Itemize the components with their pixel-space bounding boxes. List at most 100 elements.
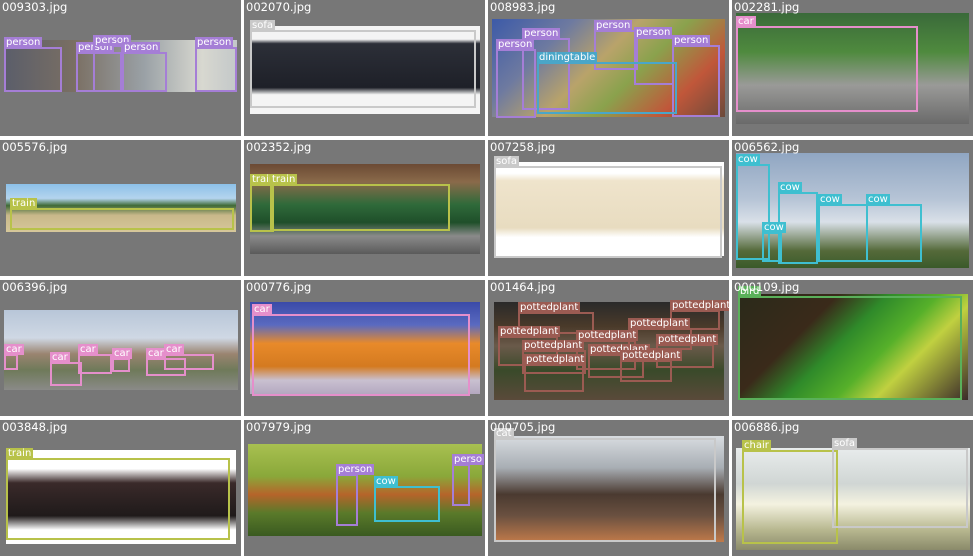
box-label: pottedplant (498, 326, 561, 337)
box-label: pottedplant (576, 330, 639, 341)
box-label: person (672, 35, 711, 46)
bounding-box (672, 45, 720, 117)
bounding-box (195, 47, 237, 92)
box-label: perso (452, 454, 484, 465)
box-label: person (522, 28, 561, 39)
bounding-box (270, 184, 450, 231)
image-filename: 001464.jpg (490, 280, 556, 294)
box-label: person (634, 27, 673, 38)
grid-cell[interactable]: 002281.jpg car (732, 0, 973, 136)
box-label: sofa (250, 20, 275, 31)
box-label: train (6, 448, 34, 459)
bounding-box (252, 314, 470, 396)
box-label: person (4, 37, 43, 48)
image-filename: 002070.jpg (246, 0, 312, 14)
box-label: cow (818, 194, 842, 205)
image-thumbnail (248, 444, 482, 536)
box-label: car (252, 304, 272, 315)
bounding-box (742, 450, 838, 544)
box-label: person (122, 42, 161, 53)
bounding-box (452, 464, 470, 506)
grid-cell[interactable]: 000705.jpg cat (488, 420, 729, 556)
image-filename: 005576.jpg (2, 140, 68, 154)
box-label: pottedplant (620, 350, 683, 361)
box-label: cow (374, 476, 398, 487)
box-label: car (146, 348, 166, 359)
image-filename: 006562.jpg (734, 140, 800, 154)
bounding-box (832, 448, 968, 528)
grid-cell[interactable]: 000776.jpg car (244, 280, 485, 416)
bounding-box (374, 486, 440, 522)
image-filename: 000109.jpg (734, 280, 800, 294)
image-grid: 009303.jpg person person person person person… (0, 0, 974, 558)
box-label: cow (762, 222, 786, 233)
grid-cell[interactable]: 006562.jpg cow cow cow cow cow (732, 140, 973, 276)
grid-cell[interactable]: 000109.jpg bird (732, 280, 973, 416)
grid-cell[interactable]: 009303.jpg person person person person person (0, 0, 241, 136)
image-filename: 006886.jpg (734, 420, 800, 434)
box-label: pottedplant (656, 334, 719, 345)
grid-cell[interactable]: 002070.jpg sofa (244, 0, 485, 136)
grid-cell[interactable]: 001464.jpg pottedplant pottedplant pottedpl… (488, 280, 729, 416)
box-label: pottedplant (524, 354, 587, 365)
box-label: pottedplant (522, 340, 585, 351)
box-label: pottedplant (670, 300, 729, 311)
image-filename: 007258.jpg (490, 140, 556, 154)
grid-cell[interactable]: 003848.jpg train (0, 420, 241, 556)
box-label: train (270, 174, 298, 185)
box-label: cow (778, 182, 802, 193)
bounding-box (164, 354, 214, 370)
box-label: cow (736, 154, 760, 165)
box-label: pottedplant (628, 318, 691, 329)
box-label: person (336, 464, 375, 475)
box-label: person (195, 37, 234, 48)
image-filename: 009303.jpg (2, 0, 68, 14)
box-label: sofa (832, 438, 857, 449)
grid-cell[interactable]: 007979.jpg person cow perso (244, 420, 485, 556)
bounding-box (524, 364, 584, 392)
bounding-box (494, 166, 722, 258)
image-filename: 002352.jpg (246, 140, 312, 154)
box-label: car (164, 344, 184, 355)
box-label: train (10, 198, 38, 209)
bounding-box (738, 296, 962, 400)
box-label: chair (742, 440, 771, 451)
image-filename: 000776.jpg (246, 280, 312, 294)
bounding-box (6, 458, 230, 540)
image-filename: 002281.jpg (734, 0, 800, 14)
box-label: car (50, 352, 70, 363)
grid-cell[interactable]: 008983.jpg person person person person person… (488, 0, 729, 136)
grid-cell[interactable]: 006886.jpg chair sofa (732, 420, 973, 556)
box-label: person (496, 39, 535, 50)
grid-cell[interactable]: 007258.jpg sofa (488, 140, 729, 276)
bounding-box (336, 474, 358, 526)
bounding-box (736, 26, 918, 112)
box-label: diningtable (537, 52, 598, 63)
image-filename: 007979.jpg (246, 420, 312, 434)
bounding-box (112, 358, 130, 372)
grid-cell[interactable]: 002352.jpg train train (244, 140, 485, 276)
bounding-box (122, 52, 167, 92)
box-label: pottedplant (518, 302, 581, 313)
box-label: sofa (494, 156, 519, 167)
bounding-box (494, 438, 716, 542)
image-filename: 003848.jpg (2, 420, 68, 434)
bounding-box (250, 30, 476, 108)
box-label: car (112, 348, 132, 359)
bounding-box (537, 62, 677, 114)
image-filename: 000705.jpg (490, 420, 556, 434)
bounding-box (10, 208, 234, 230)
box-label: car (78, 344, 98, 355)
bounding-box (4, 354, 18, 370)
box-label: car (4, 344, 24, 355)
bounding-box (818, 204, 868, 262)
grid-cell[interactable]: 006396.jpg car car car car car car (0, 280, 241, 416)
bounding-box (4, 47, 62, 92)
bounding-box (866, 204, 922, 262)
image-filename: 008983.jpg (490, 0, 556, 14)
grid-cell[interactable]: 005576.jpg train (0, 140, 241, 276)
image-filename: 006396.jpg (2, 280, 68, 294)
box-label: person (594, 20, 633, 31)
box-label: cow (866, 194, 890, 205)
box-label: car (736, 16, 756, 27)
